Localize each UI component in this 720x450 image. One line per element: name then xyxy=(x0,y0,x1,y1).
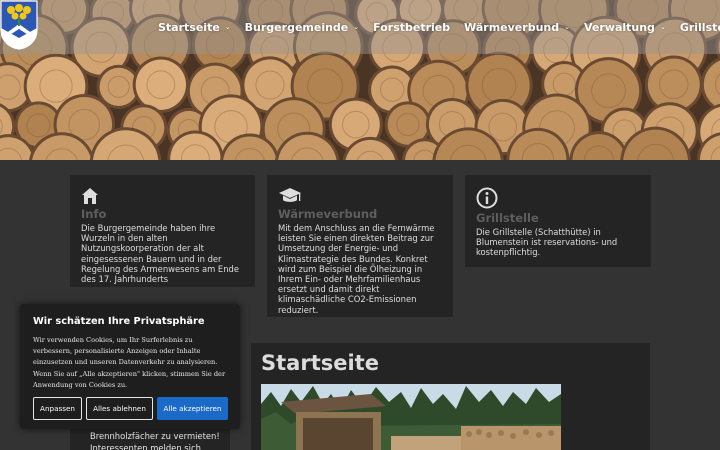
cookie-title: Wir schätzen Ihre Privatsphäre xyxy=(33,316,205,327)
nav-item-label: Verwaltung xyxy=(583,20,655,34)
cookie-text: Wir verwenden Cookies, um Ihr Surferlebn… xyxy=(33,336,226,389)
sidebar-notice-text: Brennholzfächer zu vermieten! Interessen… xyxy=(90,431,220,450)
graduation-cap-icon xyxy=(279,188,301,202)
customize-button[interactable]: Anpassen xyxy=(33,397,82,420)
home-icon xyxy=(82,188,98,204)
info-card-title: Info xyxy=(81,207,107,221)
nav-item-forstbetrieb[interactable]: Forstbetrieb xyxy=(373,21,450,34)
nav-item-grillstelle[interactable]: Grillstelle xyxy=(680,21,720,34)
nav-item-label: Startseite xyxy=(158,20,220,34)
nav-item-label: Wärmeverbund xyxy=(464,20,560,34)
cookie-consent-dialog: Wir schätzen Ihre Privatsphäre Wir verwe… xyxy=(20,304,240,429)
reject-all-button[interactable]: Alles ablehnen xyxy=(86,397,153,420)
grillstelle-card-text: Die Grillstelle (Schatthütte) in Blumens… xyxy=(476,227,618,258)
cookie-buttons: Anpassen Alles ablehnen Alle akzeptieren xyxy=(33,397,232,420)
hero-banner: Startseite ⌄ Burgergemeinde ⌄ Forstbetrieb… xyxy=(0,0,720,160)
info-card-text: Die Burgergemeinde haben ihre Wurzeln in… xyxy=(81,223,239,285)
page-title: Startseite xyxy=(261,351,379,375)
nav-item-verwaltung[interactable]: Verwaltung ⌄ xyxy=(584,21,666,34)
grillstelle-card: Grillstelle Die Grillstelle (Schatthütte… xyxy=(465,175,651,267)
nav-item-startseite[interactable]: Startseite ⌄ xyxy=(158,21,231,34)
main-content: Startseite xyxy=(251,343,650,450)
chevron-down-icon: ⌄ xyxy=(659,23,666,31)
chevron-down-icon: ⌄ xyxy=(564,23,570,31)
info-card: Info Die Burgergemeinde haben ihre Wurze… xyxy=(70,175,255,287)
accept-all-button[interactable]: Alle akzeptieren xyxy=(157,397,228,420)
nav-item-label: Burgergemeinde xyxy=(244,20,349,34)
main-navigation: Startseite ⌄ Burgergemeinde ⌄ Forstbetrieb… xyxy=(158,18,720,36)
info-icon xyxy=(476,187,498,209)
shelter-photo xyxy=(261,384,561,450)
waermeverbund-card: Wärmeverbund Mit dem Anschluss an die Fe… xyxy=(267,175,453,317)
waermeverbund-card-text: Mit dem Anschluss an die Fernwärme leist… xyxy=(278,223,435,315)
nav-item-label: Grillstelle xyxy=(679,20,720,34)
nav-item-label: Forstbetrieb xyxy=(373,20,451,34)
waermeverbund-card-title: Wärmeverbund xyxy=(278,207,378,221)
chevron-down-icon: ⌄ xyxy=(353,23,360,31)
nav-item-burgergemeinde[interactable]: Burgergemeinde ⌄ xyxy=(245,21,359,34)
coat-of-arms-logo[interactable] xyxy=(0,0,38,50)
nav-item-waermeverbund[interactable]: Wärmeverbund ⌄ xyxy=(464,21,570,34)
chevron-down-icon: ⌄ xyxy=(224,23,231,31)
grillstelle-card-title: Grillstelle xyxy=(476,211,539,225)
